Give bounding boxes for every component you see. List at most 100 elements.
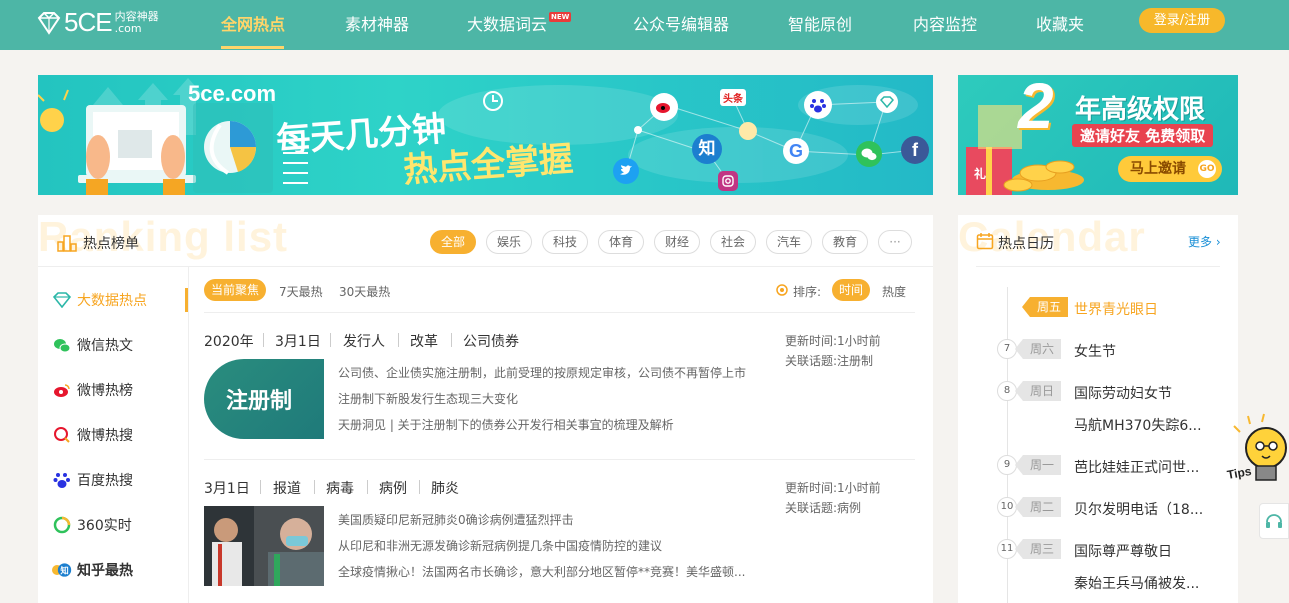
news-headline[interactable]: 注册制下新股发行生态现三大变化 [338, 390, 758, 407]
keyword-tag[interactable]: 3月1日 [204, 478, 250, 498]
tips-float-button[interactable]: Tips [1224, 412, 1289, 492]
go-icon: GO [1198, 160, 1216, 178]
category-sports[interactable]: 体育 [598, 230, 644, 254]
keyword-tag[interactable]: 发行人 [343, 331, 385, 351]
weibo-icon [650, 93, 678, 121]
category-all[interactable]: 全部 [430, 230, 476, 254]
sidebar-item-weibo-search[interactable]: 微博热搜 [52, 425, 133, 445]
banner-big-number: 2 [1018, 75, 1054, 142]
category-auto[interactable]: 汽车 [766, 230, 812, 254]
invite-banner[interactable]: 礼 2 年高级权限 邀请好友 免费领取 马上邀请 GO [958, 75, 1238, 195]
invite-now-button[interactable]: 马上邀请 GO [1118, 156, 1222, 182]
keyword-tag[interactable]: 报道 [273, 478, 301, 498]
sidebar-item-baidu[interactable]: 百度热搜 [52, 470, 133, 490]
calendar-day[interactable]: 9 周一 [997, 455, 1061, 475]
thumbnail-photo[interactable] [204, 506, 324, 586]
calendar-panel: Calendar 热点日历 更多 › 周五 世界青光眼日 7 周六 女生节 8 … [958, 213, 1238, 603]
calendar-event[interactable]: 秦始王兵马俑被发... [1074, 573, 1199, 593]
category-finance[interactable]: 财经 [654, 230, 700, 254]
calendar-day[interactable]: 8 周日 [997, 381, 1061, 401]
sort-by-heat[interactable]: 热度 [882, 283, 906, 300]
sidebar-item-label: 微博热榜 [77, 383, 133, 399]
invite-now-label: 马上邀请 [1130, 161, 1186, 177]
calendar-event[interactable]: 国际劳动妇女节 [1074, 383, 1172, 403]
weekday-badge: 周二 [1015, 497, 1061, 517]
ranking-podium-icon [57, 235, 77, 252]
wechat-icon [856, 141, 882, 167]
sidebar-item-zhihu[interactable]: 知 知乎最热 [52, 560, 133, 580]
nav-material[interactable]: 素材神器 [345, 11, 409, 35]
sidebar-item-360[interactable]: 360实时 [52, 515, 132, 535]
keyword-tag[interactable]: 病毒 [326, 478, 354, 498]
related-topic[interactable]: 关联话题:注册制 [785, 352, 873, 369]
sidebar-item-label: 微博热搜 [77, 428, 133, 444]
sort-gear-icon [776, 284, 788, 296]
category-society[interactable]: 社会 [710, 230, 756, 254]
weekday-badge: 周一 [1015, 455, 1061, 475]
tag-separator [263, 333, 264, 347]
sidebar-divider [188, 266, 189, 603]
thumbnail-registration[interactable]: 注册制 [204, 359, 324, 439]
calendar-event[interactable]: 世界青光眼日 [1074, 299, 1158, 319]
sidebar-item-weibo-hot[interactable]: 微博热榜 [52, 380, 133, 400]
news-headline[interactable]: 天册洞见 | 关于注册制下的债券公开发行相关事宜的梳理及解析 [338, 416, 758, 433]
keyword-tag[interactable]: 3月1日 [275, 331, 321, 351]
update-time: 更新时间:1小时前 [785, 334, 881, 348]
subtab-30days[interactable]: 30天最热 [339, 283, 390, 300]
sort-label: 排序: [793, 285, 822, 299]
news-headline[interactable]: 美国质疑印尼新冠肺炎0确诊病例遭猛烈抨击 [338, 511, 758, 528]
keyword-tag[interactable]: 肺炎 [431, 478, 459, 498]
promo-banner[interactable]: 5ce.com 每天几分钟 热点全掌握 头条 知 G f [38, 75, 933, 195]
weekday-badge: 周日 [1015, 381, 1061, 401]
sidebar-item-wechat[interactable]: 微信热文 [52, 335, 133, 355]
calendar-event[interactable]: 女生节 [1074, 341, 1116, 361]
related-topic[interactable]: 关联话题:病例 [785, 499, 861, 516]
tag-separator [260, 480, 261, 494]
zhihu-icon: 知 [692, 134, 722, 164]
sidebar-item-bigdata[interactable]: 大数据热点 [52, 290, 147, 310]
calendar-title: 热点日历 [998, 236, 1054, 252]
keyword-tag[interactable]: 公司债券 [463, 331, 519, 351]
calendar-day[interactable]: 10 周二 [997, 497, 1061, 517]
news-headline[interactable]: 从印尼和非洲无源发确诊新冠病例提几条中国疫情防控的建议 [338, 537, 758, 554]
keyword-tag[interactable]: 2020年 [204, 331, 254, 351]
nav-smart-original[interactable]: 智能原创 [788, 11, 852, 35]
zhihu-icon: 知 [52, 560, 72, 580]
site-logo[interactable]: 5CE 内容神器 .com [36, 7, 159, 38]
nav-word-cloud[interactable]: 大数据词云 [467, 11, 547, 35]
calendar-event[interactable]: 芭比娃娃正式问世... [1074, 457, 1199, 477]
calendar-day[interactable]: 11 周三 [997, 539, 1061, 559]
nav-wechat-editor[interactable]: 公众号编辑器 [633, 11, 729, 35]
toutiao-icon: 头条 [720, 89, 746, 106]
subtab-7days[interactable]: 7天最热 [279, 283, 323, 300]
svg-text:知: 知 [60, 565, 68, 575]
calendar-day[interactable]: 周五 [1022, 297, 1068, 317]
360-icon [52, 515, 72, 535]
sort-by-time[interactable]: 时间 [832, 279, 871, 301]
category-tech[interactable]: 科技 [542, 230, 588, 254]
keyword-tag[interactable]: 病例 [379, 478, 407, 498]
customer-service-button[interactable] [1259, 503, 1289, 539]
news-headline[interactable]: 全球疫情揪心！法国两名市长确诊，意大利部分地区暂停**竞赛！美华盛顿... [338, 563, 758, 580]
top-nav-bar: 5CE 内容神器 .com 全网热点 素材神器 大数据词云 公众号编辑器 智能原… [0, 0, 1289, 50]
nav-favorites[interactable]: 收藏夹 [1036, 11, 1084, 35]
login-register-button[interactable]: 登录/注册 [1139, 8, 1225, 33]
banner-brand: 5ce.com [188, 81, 277, 106]
sidebar-item-label: 微信热文 [77, 338, 133, 354]
item-divider [204, 459, 915, 460]
calendar-event[interactable]: 马航MH370失踪6... [1074, 415, 1202, 435]
google-icon: G [783, 138, 809, 164]
subtab-current[interactable]: 当前聚焦 [204, 279, 267, 301]
nav-hot-topics[interactable]: 全网热点 [221, 11, 285, 35]
category-more[interactable]: ··· [878, 230, 912, 254]
calendar-header-divider [976, 266, 1220, 267]
category-entertainment[interactable]: 娱乐 [486, 230, 532, 254]
news-headline[interactable]: 公司债、企业债实施注册制，此前受理的按原规定审核，公司债不再暂停上市 [338, 364, 758, 381]
calendar-day[interactable]: 7 周六 [997, 339, 1061, 359]
keyword-tag[interactable]: 改革 [410, 331, 438, 351]
calendar-event[interactable]: 国际尊严尊敬日 [1074, 541, 1172, 561]
calendar-event[interactable]: 贝尔发明电话（18... [1074, 499, 1203, 519]
calendar-more-link[interactable]: 更多 › [1188, 233, 1221, 250]
category-education[interactable]: 教育 [822, 230, 868, 254]
nav-content-monitor[interactable]: 内容监控 [913, 11, 977, 35]
